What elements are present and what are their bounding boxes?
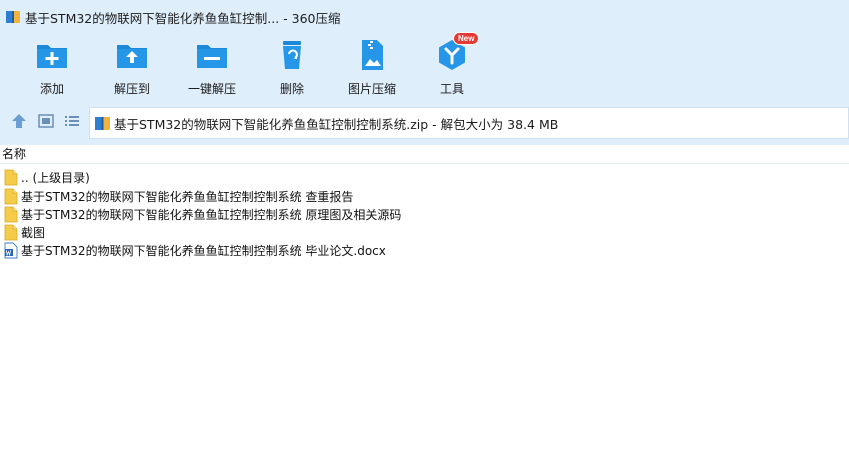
delete-label: 删除 (279, 82, 304, 96)
window-title: 基于STM32的物联网下智能化养鱼鱼缸控制... - 360压缩 (25, 10, 341, 26)
chrome-area: 基于STM32的物联网下智能化养鱼鱼缸控制... - 360压缩 添加 解压到 (0, 0, 849, 145)
list-header: 名称 (0, 145, 849, 164)
zip-file-icon (95, 116, 110, 130)
tools-label: 工具 (439, 82, 464, 96)
add-button[interactable]: 添加 (17, 36, 87, 98)
folder-icon (4, 188, 18, 204)
column-header-name[interactable]: 名称 (0, 145, 26, 163)
one-click-extract-label: 一键解压 (187, 82, 236, 96)
list-item[interactable]: 基于STM32的物联网下智能化养鱼鱼缸控制控制系统 原理图及相关源码 (0, 205, 849, 223)
folder-icon (4, 206, 18, 222)
file-name: 基于STM32的物联网下智能化养鱼鱼缸控制控制系统 毕业论文.docx (21, 243, 386, 258)
archive-app-icon (6, 11, 20, 23)
folder-icon (4, 224, 18, 240)
thumbnail-view-icon[interactable] (38, 113, 54, 129)
toolbar: 添加 解压到 一键解压 删除 图片压缩 New 工具 (0, 32, 849, 98)
title-bar: 基于STM32的物联网下智能化养鱼鱼缸控制... - 360压缩 (0, 0, 849, 34)
tools-button[interactable]: New 工具 (417, 32, 487, 98)
file-list: 名称 .. (上级目录) 基于STM32的物联网下智能化养鱼鱼缸控制控制系统 查… (0, 145, 849, 467)
extract-to-button[interactable]: 解压到 (97, 36, 167, 98)
word-document-icon (4, 242, 18, 258)
one-click-extract-button[interactable]: 一键解压 (177, 36, 247, 98)
one-click-extract-icon (197, 45, 227, 68)
image-compress-label: 图片压缩 (347, 82, 396, 96)
list-item-parent-dir[interactable]: .. (上级目录) (0, 168, 849, 186)
archive-path: 基于STM32的物联网下智能化养鱼鱼缸控制控制系统.zip - 解包大小为 38… (114, 116, 559, 132)
delete-button[interactable]: 删除 (257, 36, 327, 98)
recycle-bin-icon (283, 41, 301, 69)
list-item[interactable]: 截图 (0, 223, 849, 241)
navigation-bar: 基于STM32的物联网下智能化养鱼鱼缸控制控制系统.zip - 解包大小为 38… (0, 104, 849, 139)
address-bar[interactable]: 基于STM32的物联网下智能化养鱼鱼缸控制控制系统.zip - 解包大小为 38… (89, 107, 849, 139)
extract-to-label: 解压到 (113, 82, 150, 96)
image-zip-icon (362, 40, 383, 70)
file-name: 基于STM32的物联网下智能化养鱼鱼缸控制控制系统 查重报告 (21, 189, 354, 204)
file-name: 截图 (21, 225, 46, 240)
add-folder-icon (37, 45, 67, 68)
extract-folder-icon (117, 45, 147, 68)
new-badge: New (453, 32, 480, 45)
list-item[interactable]: 基于STM32的物联网下智能化养鱼鱼缸控制控制系统 查重报告 (0, 187, 849, 205)
file-name: 基于STM32的物联网下智能化养鱼鱼缸控制控制系统 原理图及相关源码 (21, 207, 402, 222)
list-item[interactable]: 基于STM32的物联网下智能化养鱼鱼缸控制控制系统 毕业论文.docx (0, 241, 849, 259)
file-name: .. (上级目录) (21, 170, 90, 185)
image-compress-button[interactable]: 图片压缩 (337, 36, 407, 98)
list-view-icon[interactable] (64, 113, 80, 129)
tools-icon-wrap: New (435, 32, 480, 72)
folder-icon (4, 169, 18, 185)
up-arrow-icon[interactable] (11, 113, 27, 129)
add-label: 添加 (39, 82, 64, 96)
